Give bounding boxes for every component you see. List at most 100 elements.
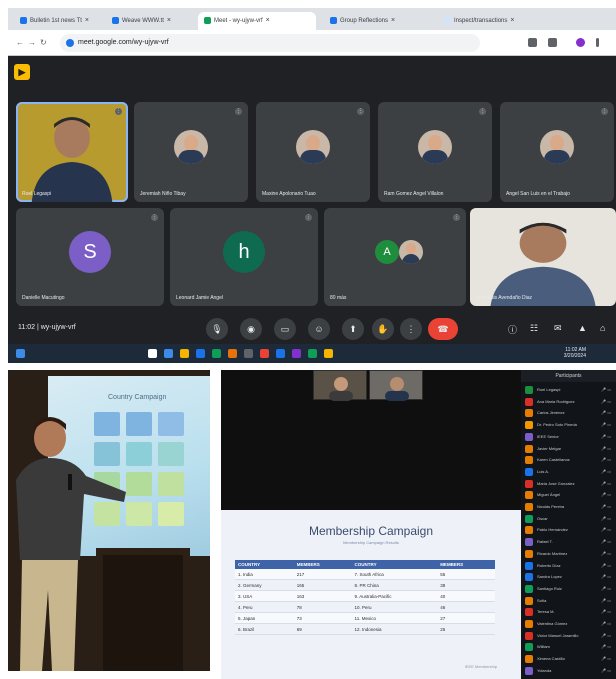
participant-name: Pablo Hernández	[537, 527, 568, 533]
participant-row[interactable]: Luis A. 🎤 ▭	[525, 467, 615, 477]
participant-row[interactable]: Ana Maria Rodriguez 🎤 ▭	[525, 397, 615, 407]
participant-row[interactable]: Maria Jose Gonzalez 🎤 ▭	[525, 479, 615, 489]
participant-row[interactable]: Yolanda 🎤 ▭	[525, 666, 615, 676]
participant-tile[interactable]: S ⋮ Danielle Macutingo	[16, 208, 164, 306]
present-icon[interactable]: ⬆	[342, 318, 364, 340]
chat-icon[interactable]: ✉	[554, 323, 562, 334]
participant-row[interactable]: Roel Legaspi 🎤 ▭	[525, 385, 615, 395]
participant-row[interactable]: Ricardo Martinez 🎤 ▭	[525, 549, 615, 559]
extension-icon[interactable]	[528, 38, 537, 47]
membership-table: COUNTRY MEMBERS COUNTRY MEMBERS 1. India 217…	[235, 560, 495, 635]
browser-tab[interactable]: Inspect/transactions ×	[438, 12, 548, 30]
activities-icon[interactable]: ▲	[578, 323, 587, 333]
bookmark-icon[interactable]	[548, 38, 557, 47]
participant-row[interactable]: Oscar 🎤 ▭	[525, 514, 615, 524]
lock-icon[interactable]: ⌂	[600, 323, 605, 333]
participant-row[interactable]: Miguel Ángel 🎤 ▭	[525, 490, 615, 500]
end-call-icon[interactable]: ☎	[428, 318, 458, 340]
participant-row[interactable]: Pablo Hernández 🎤 ▭	[525, 525, 615, 535]
close-tab-icon[interactable]: ×	[266, 17, 270, 24]
participant-row[interactable]: Valentina Gómez 🎤 ▭	[525, 619, 615, 629]
close-tab-icon[interactable]: ×	[510, 17, 514, 24]
participant-tile[interactable]: ⋮ Roel Legaspi	[16, 102, 128, 202]
close-tab-icon[interactable]: ×	[85, 17, 89, 24]
taskbar-app-icon[interactable]	[196, 349, 205, 358]
participant-row[interactable]: Rafael T. 🎤 ▭	[525, 537, 615, 547]
participant-row[interactable]: Karen Castellanos 🎤 ▭	[525, 455, 615, 465]
mic-camera-icon: 🎤 ▭	[601, 562, 611, 568]
participant-row[interactable]: Javier Melgar 🎤 ▭	[525, 444, 615, 454]
mic-camera-icon: 🎤 ▭	[601, 632, 611, 638]
participant-row[interactable]: IEEE Senior 🎤 ▭	[525, 432, 615, 442]
url-input[interactable]: meet.google.com/wy-ujyw-vrf	[60, 34, 480, 52]
participant-row[interactable]: William 🎤 ▭	[525, 642, 615, 652]
participant-tile[interactable]: ⋮ Ram Gomez Angel Villalon	[378, 102, 492, 202]
camera-icon[interactable]: ◉	[240, 318, 262, 340]
people-icon[interactable]: ☷	[530, 323, 538, 334]
participant-name: Angel San Luis en el Trabajo	[506, 191, 570, 197]
taskbar-app-icon[interactable]	[292, 349, 301, 358]
participant-name: Maxine Apolonario Tuao	[262, 191, 316, 197]
reload-icon[interactable]: ↻	[40, 38, 47, 47]
forward-icon[interactable]: →	[28, 38, 36, 47]
emoji-icon[interactable]: ☺	[308, 318, 330, 340]
meeting-time: 11:02 | wy-ujyw-vrf	[18, 324, 76, 331]
participant-row[interactable]: Santiago Ruiz 🎤 ▭	[525, 584, 615, 594]
participant-avatar	[525, 620, 533, 628]
taskbar-app-icon[interactable]	[324, 349, 333, 358]
taskbar-app-icon[interactable]	[228, 349, 237, 358]
mic-icon[interactable]: 🎙	[206, 318, 228, 340]
back-icon[interactable]: ←	[16, 38, 24, 47]
taskbar-app-icon[interactable]	[212, 349, 221, 358]
browser-tab[interactable]: Bulletin 1st news Tt ×	[14, 12, 102, 30]
taskbar-app-icon[interactable]	[148, 349, 157, 358]
more-icon[interactable]: ⋮	[400, 318, 422, 340]
participant-name: Roberto Díaz	[537, 562, 561, 568]
participant-avatar	[525, 467, 533, 476]
table-cell: 73	[293, 612, 352, 624]
participant-tile[interactable]: Jose Luis Avendaño Diaz	[470, 208, 616, 306]
participant-row[interactable]: Carlos Jiménez 🎤 ▭	[525, 408, 615, 418]
browser-tab[interactable]: Group Reflections ×	[324, 12, 432, 30]
participant-row[interactable]: Dr. Pedro Soto Pineda 🎤 ▭	[525, 420, 615, 430]
participant-name: Victor Manuel Jaramillo	[537, 632, 579, 638]
camera-feed	[490, 222, 596, 306]
profile-avatar[interactable]	[576, 38, 585, 47]
start-icon[interactable]	[16, 349, 25, 358]
info-icon[interactable]: ⓘ	[508, 323, 517, 336]
tab-label: Bulletin 1st news Tt	[30, 18, 82, 24]
participant-avatar	[525, 456, 533, 465]
participant-row[interactable]: Teresa M. 🎤 ▭	[525, 607, 615, 617]
participant-tile[interactable]: ⋮ Jeremiah Niño Tibay	[134, 102, 248, 202]
close-tab-icon[interactable]: ×	[167, 17, 171, 24]
participant-tile[interactable]: ⋮ Angel San Luis en el Trabajo	[500, 102, 614, 202]
participant-tile[interactable]: A ⋮ 80 más	[324, 208, 466, 306]
participant-row[interactable]: Roberto Díaz 🎤 ▭	[525, 561, 615, 571]
participant-row[interactable]: Sofía 🎤 ▭	[525, 596, 615, 606]
mic-camera-icon: 🎤 ▭	[601, 644, 611, 650]
taskbar-app-icon[interactable]	[276, 349, 285, 358]
browser-tab[interactable]: Meet - wy-ujyw-vrf ×	[198, 12, 316, 30]
participant-row[interactable]: Ximena Castillo 🎤 ▭	[525, 654, 615, 664]
participant-tile[interactable]: h ⋮ Leonard Jamie Angel	[170, 208, 318, 306]
mic-camera-icon: 🎤 ▭	[601, 621, 611, 626]
table-header: COUNTRY	[351, 560, 438, 569]
menu-icon[interactable]	[596, 38, 599, 47]
taskbar-app-icon[interactable]	[244, 349, 253, 358]
participant-row[interactable]: Nicolás Pereira 🎤 ▭	[525, 502, 615, 512]
mic-muted-icon: ⋮	[479, 108, 486, 115]
participant-tile[interactable]: ⋮ Maxine Apolonario Tuao	[256, 102, 370, 202]
person-icon	[385, 377, 409, 401]
participant-row[interactable]: Victor Manuel Jaramillo 🎤 ▭	[525, 631, 615, 641]
browser-tab[interactable]: Weave WWW.tt ×	[106, 12, 194, 30]
taskbar-app-icon[interactable]	[180, 349, 189, 358]
system-tray-clock[interactable]: 11:02 AM 3/20/2024	[564, 347, 586, 359]
hand-icon[interactable]: ✋	[372, 318, 394, 340]
close-tab-icon[interactable]: ×	[391, 17, 395, 24]
participant-row[interactable]: Sandra Lopez 🎤 ▭	[525, 572, 615, 582]
taskbar-app-icon[interactable]	[308, 349, 317, 358]
taskbar-app-icon[interactable]	[164, 349, 173, 358]
captions-icon[interactable]: ▭	[274, 318, 296, 340]
taskbar-app-icon[interactable]	[260, 349, 269, 358]
participant-name: Nicolás Pereira	[537, 504, 565, 509]
